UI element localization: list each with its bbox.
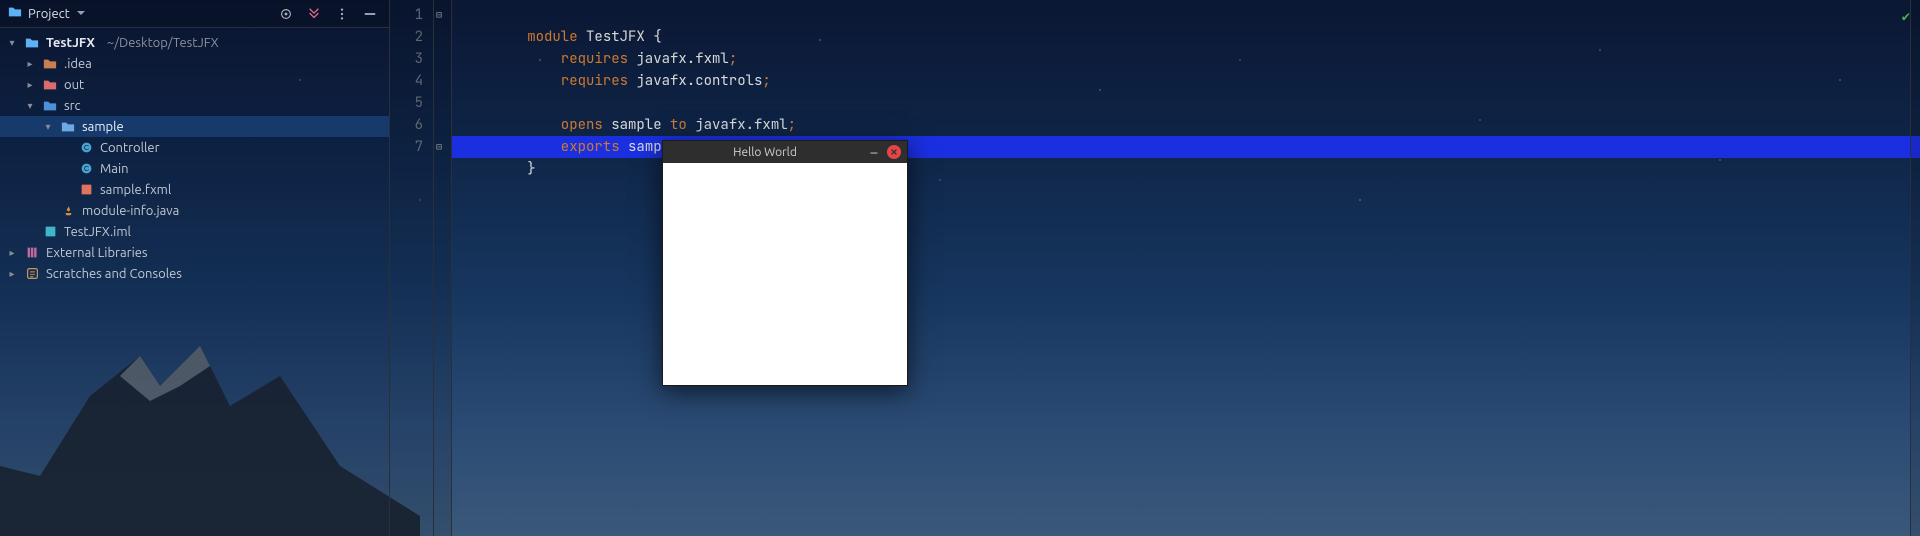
tree-item-idea[interactable]: ▸ .idea — [0, 53, 389, 74]
tree-item-label: Scratches and Consoles — [46, 267, 182, 281]
project-panel-header: Project — [0, 0, 389, 28]
arrow-right-icon[interactable]: ▸ — [24, 79, 36, 91]
chevron-down-icon[interactable] — [76, 7, 86, 21]
library-icon — [24, 246, 40, 259]
java-file-icon — [60, 204, 76, 217]
source-folder-icon — [42, 99, 58, 113]
kebab-menu-icon[interactable] — [331, 3, 353, 25]
fxml-file-icon — [78, 183, 94, 196]
package-folder-icon — [60, 120, 76, 134]
tree-item-controller[interactable]: C Controller — [0, 137, 389, 158]
folder-excluded-icon — [42, 78, 58, 92]
tree-item-label: Main — [100, 162, 129, 176]
arrow-right-icon[interactable]: ▸ — [24, 58, 36, 70]
tree-item-samplefxml[interactable]: sample.fxml — [0, 179, 389, 200]
tree-root-label: TestJFX — [46, 36, 95, 50]
tree-item-moduleinfo[interactable]: module-info.java — [0, 200, 389, 221]
window-close-button[interactable] — [887, 145, 901, 159]
arrow-down-icon[interactable]: ▾ — [6, 37, 18, 49]
app-window-title: Hello World — [669, 146, 861, 159]
tree-item-label: src — [64, 99, 81, 113]
tree-item-label: TestJFX.iml — [64, 225, 131, 239]
line-number: 4 — [390, 70, 423, 92]
app-window-content[interactable] — [663, 163, 907, 385]
class-icon: C — [78, 162, 94, 175]
project-tree[interactable]: ▾ TestJFX ~/Desktop/TestJFX ▸ .idea ▸ — [0, 28, 389, 536]
tree-item-external-libraries[interactable]: ▸ External Libraries — [0, 242, 389, 263]
line-number: 7 — [390, 136, 423, 158]
tree-item-scratches[interactable]: ▸ Scratches and Consoles — [0, 263, 389, 284]
arrow-right-icon[interactable]: ▸ — [6, 247, 18, 259]
fold-open-icon[interactable]: ⊟ — [436, 4, 442, 26]
arrow-down-icon[interactable]: ▾ — [42, 121, 54, 133]
fold-close-icon[interactable]: ⊟ — [436, 136, 442, 158]
line-number: 6 — [390, 114, 423, 136]
project-tool-window: Project ▾ TestJ — [0, 0, 390, 536]
project-module-folder-icon — [24, 36, 40, 50]
tree-item-label: .idea — [64, 57, 92, 71]
tree-root[interactable]: ▾ TestJFX ~/Desktop/TestJFX — [0, 32, 389, 53]
line-number: 5 — [390, 92, 423, 114]
folder-icon — [42, 57, 58, 71]
tree-item-sample[interactable]: ▾ sample — [0, 116, 389, 137]
arrow-right-icon[interactable]: ▸ — [6, 268, 18, 280]
iml-file-icon — [42, 225, 58, 238]
class-icon: C — [78, 141, 94, 154]
tree-item-main[interactable]: C Main — [0, 158, 389, 179]
tree-item-iml[interactable]: TestJFX.iml — [0, 221, 389, 242]
tree-item-label: External Libraries — [46, 246, 148, 260]
tree-item-label: sample.fxml — [100, 183, 171, 197]
inspection-ok-icon[interactable]: ✔ — [1902, 6, 1910, 28]
app-window-titlebar[interactable]: Hello World – — [663, 141, 907, 163]
line-number: 3 — [390, 48, 423, 70]
javafx-app-window[interactable]: Hello World – — [662, 140, 908, 386]
fold-column: ⊟ ⊟ — [434, 0, 452, 536]
tree-item-label: Controller — [100, 141, 160, 155]
scratches-icon — [24, 267, 40, 280]
code-editor[interactable]: 1 2 3 4 5 6 7 ⊟ ⊟ module TestJFX { requi… — [390, 0, 1920, 536]
tree-item-label: module-info.java — [82, 204, 179, 218]
tree-root-path: ~/Desktop/TestJFX — [107, 36, 219, 50]
tree-item-src[interactable]: ▾ src — [0, 95, 389, 116]
project-folder-icon — [8, 5, 22, 22]
tree-item-label: out — [64, 78, 84, 92]
editor-gutter: 1 2 3 4 5 6 7 — [390, 0, 434, 536]
hide-panel-icon[interactable] — [359, 3, 381, 25]
collapse-all-icon[interactable] — [303, 3, 325, 25]
tree-item-label: sample — [82, 120, 124, 134]
line-number: 1 — [390, 4, 423, 26]
locate-target-icon[interactable] — [275, 3, 297, 25]
window-minimize-button[interactable]: – — [867, 145, 881, 159]
tree-item-out[interactable]: ▸ out — [0, 74, 389, 95]
svg-text:C: C — [83, 143, 88, 152]
arrow-down-icon[interactable]: ▾ — [24, 100, 36, 112]
project-panel-title[interactable]: Project — [28, 7, 70, 21]
svg-text:C: C — [83, 164, 88, 173]
line-number: 2 — [390, 26, 423, 48]
